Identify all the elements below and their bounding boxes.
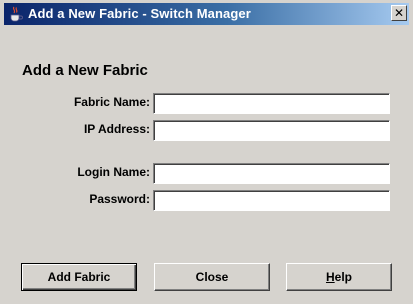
password-label: Password: — [89, 192, 150, 206]
help-label: Help — [326, 270, 352, 284]
close-label: Close — [195, 270, 229, 284]
ip-address-label: IP Address: — [83, 122, 150, 136]
close-icon: ✕ — [393, 6, 405, 20]
close-button[interactable]: Close — [154, 263, 270, 291]
help-button[interactable]: Help — [286, 263, 392, 291]
close-window-button[interactable]: ✕ — [391, 5, 407, 21]
add-fabric-button[interactable]: Add Fabric — [21, 263, 137, 291]
fabric-name-label: Fabric Name: — [73, 95, 150, 109]
dialog-window: Add a New Fabric - Switch Manager ✕ Add … — [0, 0, 413, 304]
ip-address-input[interactable] — [153, 120, 390, 141]
window-title: Add a New Fabric - Switch Manager — [28, 6, 251, 21]
add-fabric-label: Add Fabric — [47, 270, 111, 284]
title-bar[interactable]: Add a New Fabric - Switch Manager ✕ — [4, 3, 409, 25]
fabric-name-input[interactable] — [153, 93, 390, 114]
help-mnemonic: H — [325, 270, 335, 284]
help-label-rest: elp — [334, 270, 352, 284]
form-heading: Add a New Fabric — [22, 62, 148, 79]
password-input[interactable] — [153, 190, 390, 211]
login-name-input[interactable] — [153, 163, 390, 184]
login-name-label: Login Name: — [77, 165, 150, 179]
java-coffee-cup-icon — [10, 6, 23, 22]
